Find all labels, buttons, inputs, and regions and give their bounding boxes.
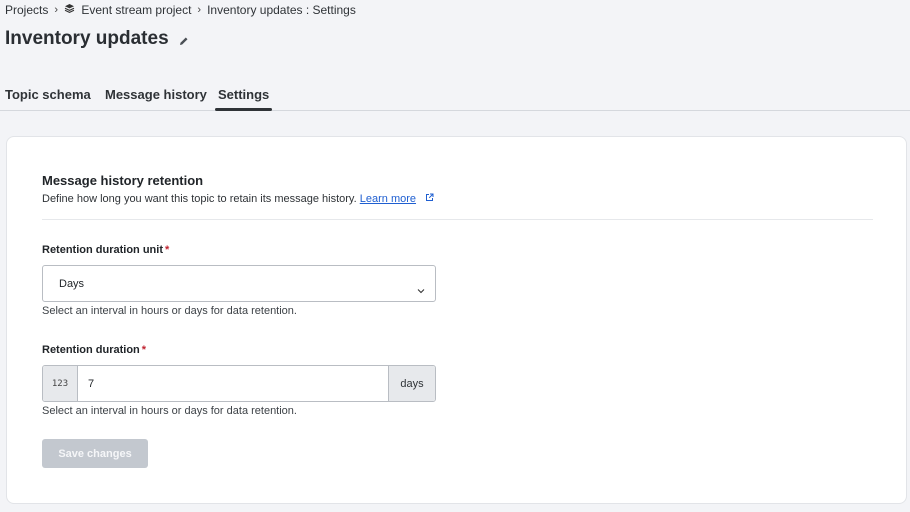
breadcrumb: Projects › Event stream project › Invent… bbox=[5, 3, 356, 17]
breadcrumb-current: Inventory updates : Settings bbox=[207, 3, 356, 17]
title-row: Inventory updates bbox=[5, 28, 189, 50]
retention-unit-label: Retention duration unit * bbox=[42, 244, 169, 256]
retention-duration-group: 123 days bbox=[42, 365, 436, 402]
retention-duration-label-text: Retention duration bbox=[42, 344, 140, 356]
tab-message-history[interactable]: Message history bbox=[105, 87, 207, 110]
save-changes-button[interactable]: Save changes bbox=[42, 439, 148, 468]
pencil-icon[interactable] bbox=[179, 36, 189, 46]
tab-bar: Topic schema Message history Settings bbox=[0, 80, 910, 111]
retention-unit-value: Days bbox=[59, 278, 85, 290]
description-text: Define how long you want this topic to r… bbox=[42, 193, 357, 205]
retention-unit-help: Select an interval in hours or days for … bbox=[42, 305, 297, 317]
project-stack-icon bbox=[64, 3, 75, 14]
retention-unit-select[interactable]: Days bbox=[42, 265, 436, 302]
retention-duration-input[interactable] bbox=[78, 366, 388, 401]
retention-duration-help: Select an interval in hours or days for … bbox=[42, 405, 297, 417]
page-title: Inventory updates bbox=[5, 28, 169, 49]
learn-more-link[interactable]: Learn more bbox=[360, 193, 416, 205]
required-marker: * bbox=[141, 344, 147, 356]
external-link-icon bbox=[425, 193, 434, 205]
settings-card: Message history retention Define how lon… bbox=[6, 136, 907, 504]
required-marker: * bbox=[164, 244, 170, 256]
chevron-down-icon bbox=[417, 281, 425, 299]
tab-settings[interactable]: Settings bbox=[214, 87, 273, 111]
section-description: Define how long you want this topic to r… bbox=[42, 193, 434, 205]
number-icon: 123 bbox=[43, 366, 78, 401]
tab-topic-schema[interactable]: Topic schema bbox=[5, 87, 91, 110]
chevron-right-icon: › bbox=[197, 4, 202, 16]
chevron-right-icon: › bbox=[54, 4, 59, 16]
section-title: Message history retention bbox=[42, 173, 204, 188]
retention-duration-label: Retention duration * bbox=[42, 344, 146, 356]
breadcrumb-projects[interactable]: Projects bbox=[5, 3, 48, 17]
duration-unit-suffix: days bbox=[388, 366, 435, 401]
breadcrumb-project[interactable]: Event stream project bbox=[64, 3, 191, 17]
section-divider bbox=[42, 219, 873, 220]
retention-unit-label-text: Retention duration unit bbox=[42, 244, 163, 256]
breadcrumb-project-label: Event stream project bbox=[81, 3, 192, 17]
